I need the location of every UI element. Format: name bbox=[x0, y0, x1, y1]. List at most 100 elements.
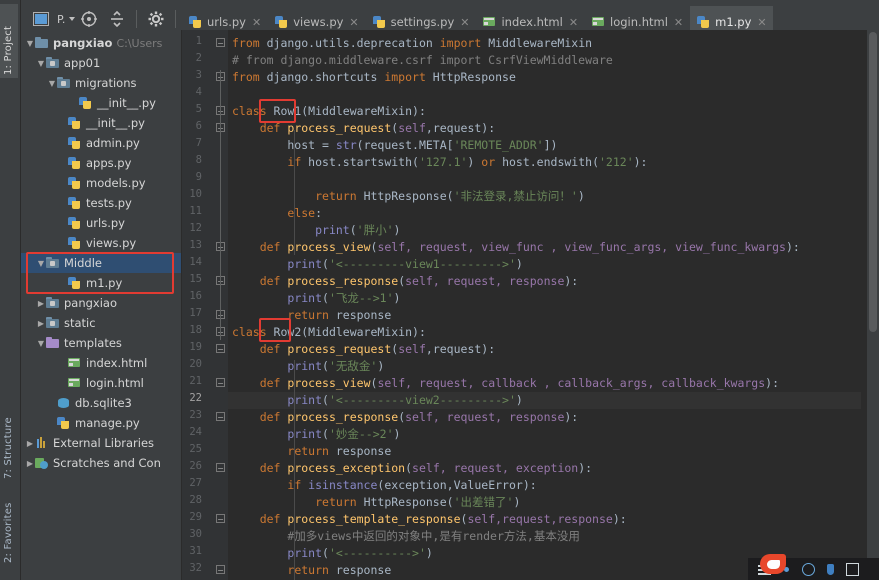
scrollbar-thumb[interactable] bbox=[869, 32, 877, 332]
tool-tab-structure[interactable]: 7: Structure bbox=[0, 404, 18, 482]
code-line[interactable]: return HttpResponse('非法登录,禁止访问！') bbox=[232, 188, 585, 205]
tree-item-admin-py[interactable]: admin.py bbox=[21, 133, 181, 153]
tree-item-login-html[interactable]: login.html bbox=[21, 373, 181, 393]
tree-item-Scratches-and-Con[interactable]: Scratches and Con bbox=[21, 453, 181, 473]
tree-item-migrations[interactable]: migrations bbox=[21, 73, 181, 93]
code-editor[interactable]: 1−23−45−6−78910111213−1415−1617−18−19−20… bbox=[182, 30, 879, 580]
tool-tab-project[interactable]: 1: Project bbox=[0, 4, 18, 78]
code-line[interactable]: def process_view(self, request, callback… bbox=[232, 375, 779, 392]
close-icon[interactable]: ✕ bbox=[674, 17, 683, 28]
code-line[interactable]: # from django.middleware.csrf import Csr… bbox=[232, 52, 613, 69]
code-fold-toggle-icon[interactable]: − bbox=[216, 565, 225, 575]
chevron-down-icon[interactable] bbox=[25, 39, 35, 48]
project-tree[interactable]: pangxiaoC:\Usersapp01migrations__init__.… bbox=[21, 30, 181, 473]
code-line[interactable]: def process_request(self,request): bbox=[232, 120, 495, 137]
code-line[interactable]: def process_response(self, request, resp… bbox=[232, 273, 579, 290]
tree-item-pangxiao[interactable]: pangxiao bbox=[21, 293, 181, 313]
code-text[interactable]: from django.utils.deprecation import Mid… bbox=[228, 30, 879, 580]
editor-scrollbar[interactable] bbox=[867, 30, 879, 580]
tree-item-models-py[interactable]: models.py bbox=[21, 173, 181, 193]
tree-item-__init__-py[interactable]: __init__.py bbox=[21, 93, 181, 113]
code-line[interactable]: def process_exception(self, request, exc… bbox=[232, 460, 592, 477]
settings-gear-icon[interactable] bbox=[144, 7, 168, 31]
code-line[interactable]: print('<---------view1--------->') bbox=[232, 256, 522, 273]
code-fold-toggle-icon[interactable]: − bbox=[216, 378, 225, 388]
close-icon[interactable]: ✕ bbox=[460, 17, 469, 28]
tree-item-apps-py[interactable]: apps.py bbox=[21, 153, 181, 173]
close-icon[interactable]: ✕ bbox=[757, 17, 766, 28]
code-line[interactable]: print('无敌金') bbox=[232, 358, 384, 375]
code-line[interactable]: def process_response(self, request, resp… bbox=[232, 409, 579, 426]
chevron-down-icon[interactable] bbox=[47, 79, 57, 88]
tool-tab-favorites[interactable]: 2: Favorites bbox=[0, 490, 18, 566]
tree-item-label: pangxiao bbox=[64, 296, 118, 310]
chevron-right-icon[interactable] bbox=[36, 319, 46, 328]
tree-item-manage-py[interactable]: manage.py bbox=[21, 413, 181, 433]
line-number: 24 bbox=[189, 426, 202, 438]
project-selector-label[interactable]: P. bbox=[55, 13, 67, 26]
code-line[interactable]: class Row2(MiddlewareMixin): bbox=[232, 324, 426, 341]
tree-item-index-html[interactable]: index.html bbox=[21, 353, 181, 373]
smiley-icon[interactable] bbox=[802, 562, 815, 576]
code-line[interactable]: print('<---------view2--------->') bbox=[232, 392, 522, 409]
python-file-icon bbox=[79, 96, 93, 110]
code-fold-toggle-icon[interactable]: − bbox=[216, 463, 225, 473]
code-line[interactable]: return response bbox=[232, 443, 391, 460]
locate-target-icon[interactable] bbox=[77, 7, 101, 31]
tree-item-Middle[interactable]: Middle bbox=[21, 253, 181, 273]
close-icon[interactable]: ✕ bbox=[252, 17, 261, 28]
tree-item-tests-py[interactable]: tests.py bbox=[21, 193, 181, 213]
code-line[interactable]: class Row1(MiddlewareMixin): bbox=[232, 103, 426, 120]
chevron-down-icon[interactable] bbox=[36, 59, 46, 68]
code-line[interactable]: from django.shortcuts import HttpRespons… bbox=[232, 69, 516, 86]
chevron-down-icon[interactable] bbox=[69, 17, 76, 21]
editor-tab-label: m1.py bbox=[715, 15, 752, 29]
code-line[interactable]: else: bbox=[232, 205, 322, 222]
code-fold-toggle-icon[interactable]: − bbox=[216, 514, 225, 524]
tree-item-pangxiao[interactable]: pangxiaoC:\Users bbox=[21, 33, 181, 53]
code-line[interactable]: return response bbox=[232, 562, 391, 579]
code-line[interactable]: return HttpResponse('出差错了') bbox=[232, 494, 520, 511]
code-line[interactable]: print('<---------->') bbox=[232, 545, 432, 562]
code-line[interactable]: from django.utils.deprecation import Mid… bbox=[232, 35, 592, 52]
code-line[interactable]: print('胖小') bbox=[232, 222, 400, 239]
chevron-right-icon[interactable] bbox=[36, 299, 46, 308]
tree-item-templates[interactable]: templates bbox=[21, 333, 181, 353]
tree-item-m1-py[interactable]: m1.py bbox=[21, 273, 181, 293]
tree-item-app01[interactable]: app01 bbox=[21, 53, 181, 73]
tree-item-static[interactable]: static bbox=[21, 313, 181, 333]
python-file-icon bbox=[68, 116, 82, 130]
project-view-icon[interactable] bbox=[29, 7, 53, 31]
editor-gutter[interactable]: 1−23−45−6−78910111213−1415−1617−18−19−20… bbox=[182, 30, 228, 580]
tree-item-urls-py[interactable]: urls.py bbox=[21, 213, 181, 233]
line-number: 25 bbox=[189, 443, 202, 455]
tree-item-views-py[interactable]: views.py bbox=[21, 233, 181, 253]
code-line[interactable]: print('飞龙-->1') bbox=[232, 290, 400, 307]
code-line[interactable]: def process_view(self, request, view_fun… bbox=[232, 239, 800, 256]
code-line[interactable]: print('妙金-->2') bbox=[232, 426, 400, 443]
tree-item-db-sqlite3[interactable]: db.sqlite3 bbox=[21, 393, 181, 413]
code-line[interactable]: if isinstance(exception,ValueError): bbox=[232, 477, 536, 494]
chevron-right-icon[interactable] bbox=[25, 459, 35, 468]
code-line[interactable]: def process_request(self,request): bbox=[232, 341, 495, 358]
code-fold-toggle-icon[interactable]: − bbox=[216, 344, 225, 354]
line-number: 32 bbox=[189, 562, 202, 574]
chevron-right-icon[interactable] bbox=[25, 439, 35, 448]
collapse-all-icon[interactable] bbox=[105, 7, 129, 31]
close-icon[interactable]: ✕ bbox=[569, 17, 578, 28]
close-icon[interactable]: ✕ bbox=[349, 17, 358, 28]
grid-icon[interactable] bbox=[846, 562, 859, 576]
code-line[interactable]: host = str(request.META['REMOTE_ADDR']) bbox=[232, 137, 557, 154]
code-line[interactable]: return response bbox=[232, 307, 391, 324]
tree-item-label: app01 bbox=[64, 56, 101, 70]
code-line[interactable]: def process_template_response(self,reque… bbox=[232, 511, 627, 528]
tree-item-__init__-py[interactable]: __init__.py bbox=[21, 113, 181, 133]
shield-icon[interactable] bbox=[824, 563, 837, 576]
code-fold-toggle-icon[interactable]: − bbox=[216, 412, 225, 422]
firefox-icon[interactable] bbox=[758, 548, 788, 578]
code-line[interactable]: #加多views中返回的对象中,是有render方法,基本没用 bbox=[232, 528, 579, 545]
code-fold-toggle-icon[interactable]: − bbox=[216, 38, 225, 48]
tree-item-External-Libraries[interactable]: External Libraries bbox=[21, 433, 181, 453]
chevron-down-icon[interactable] bbox=[36, 259, 46, 268]
chevron-down-icon[interactable] bbox=[36, 339, 46, 348]
